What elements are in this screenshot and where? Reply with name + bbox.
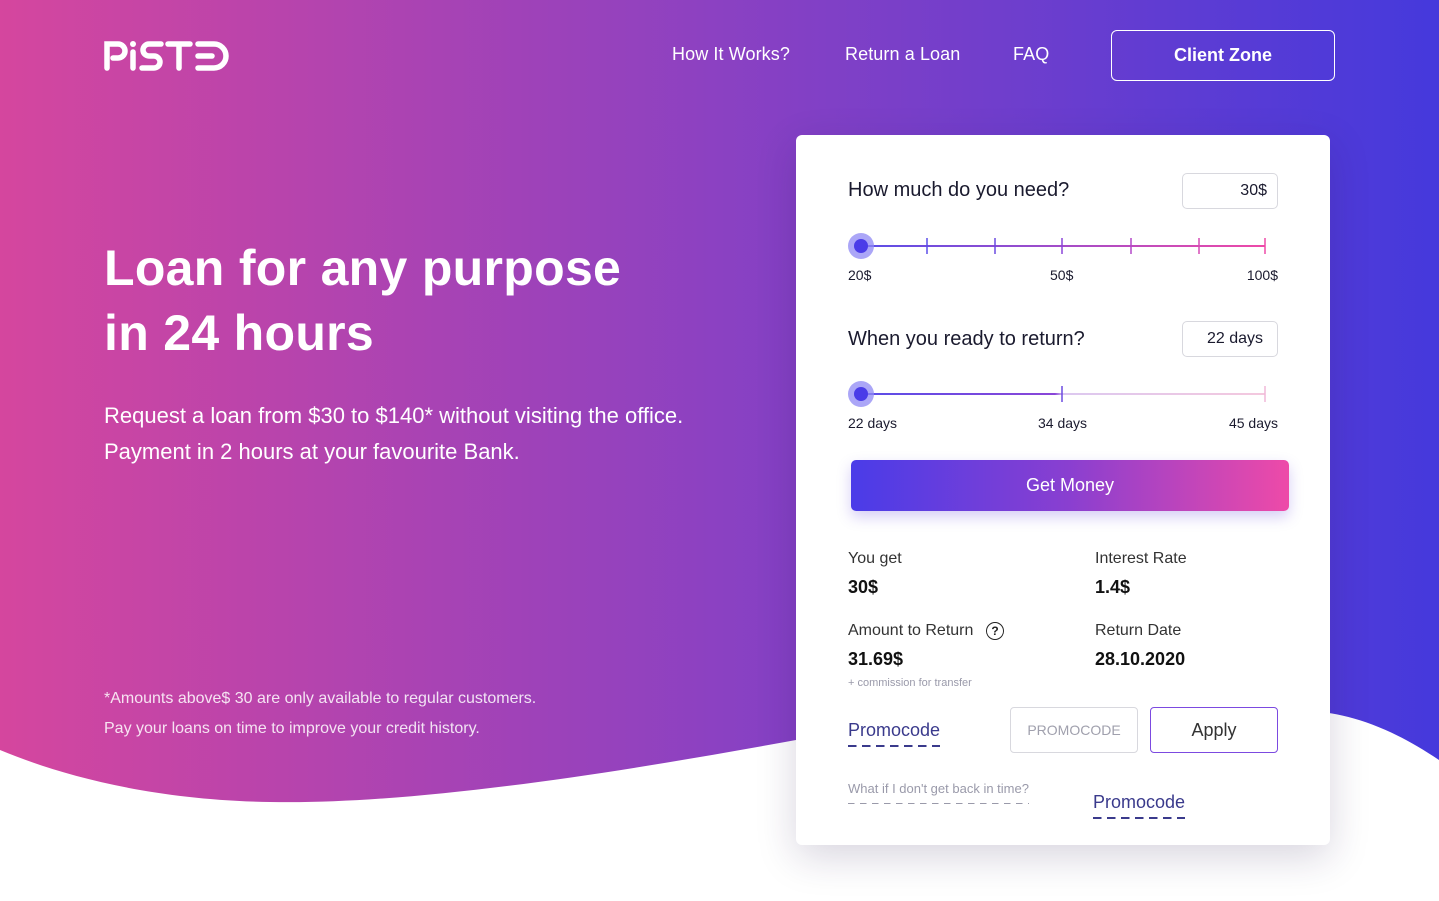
- nav-return-loan[interactable]: Return a Loan: [845, 44, 960, 65]
- get-money-button[interactable]: Get Money: [851, 460, 1289, 511]
- promocode-input[interactable]: PROMOCODE: [1010, 707, 1138, 753]
- term-question: When you ready to return?: [848, 328, 1085, 350]
- nav-faq[interactable]: FAQ: [1013, 44, 1049, 65]
- amount-to-return-value: 31.69$: [848, 649, 904, 669]
- headline-line-1: Loan for any purpose: [104, 240, 622, 296]
- hero-subtitle: Request a loan from $30 to $140* without…: [104, 398, 683, 470]
- what-if-late-link[interactable]: What if I don't get back in time?: [848, 781, 1029, 804]
- headline-line-2: in 24 hours: [104, 305, 375, 361]
- interest-rate-label: Interest Rate: [1095, 550, 1187, 567]
- pisto-logo[interactable]: [104, 38, 234, 72]
- amount-tick-mid: 50$: [1050, 267, 1074, 283]
- subtitle-line-1: Request a loan from $30 to $140* without…: [104, 403, 684, 428]
- interest-rate-value: 1.4$: [1095, 577, 1131, 597]
- amount-slider[interactable]: [848, 233, 1278, 259]
- return-date-value: 28.10.2020: [1095, 649, 1186, 669]
- term-tick-mid: 34 days: [1038, 415, 1088, 431]
- apply-button[interactable]: Apply: [1150, 707, 1278, 753]
- help-icon[interactable]: ?: [986, 622, 1004, 640]
- hero-footnote: *Amounts above$ 30 are only available to…: [104, 684, 536, 744]
- term-tick-min: 22 days: [848, 415, 898, 431]
- you-get-label: You get: [848, 550, 902, 567]
- hero-headline: Loan for any purpose in 24 hours: [104, 236, 621, 366]
- term-value-field[interactable]: 22 days: [1182, 321, 1278, 357]
- subtitle-line-2: Payment in 2 hours at your favourite Ban…: [104, 439, 520, 464]
- amount-tick-min: 20$: [848, 267, 872, 283]
- term-tick-max: 45 days: [1228, 415, 1278, 431]
- return-date-label: Return Date: [1095, 622, 1182, 639]
- term-slider[interactable]: [848, 381, 1278, 407]
- promocode-link-secondary[interactable]: Promocode: [1093, 792, 1186, 819]
- promocode-link[interactable]: Promocode: [848, 720, 941, 747]
- commission-note: + commission for transfer: [848, 677, 972, 689]
- you-get-value: 30$: [848, 577, 879, 597]
- amount-value-field[interactable]: 30$: [1182, 173, 1278, 209]
- footnote-line-1: *Amounts above$ 30 are only available to…: [104, 690, 537, 707]
- footnote-line-2: Pay your loans on time to improve your c…: [104, 720, 480, 737]
- client-zone-button[interactable]: Client Zone: [1111, 30, 1335, 81]
- amount-question: How much do you need?: [848, 179, 1070, 201]
- nav-how-it-works[interactable]: How It Works?: [672, 44, 790, 65]
- loan-calculator-card: How much do you need? 30$ 20$ 50$ 100$ W…: [796, 135, 1330, 845]
- amount-tick-max: 100$: [1246, 267, 1278, 283]
- amount-to-return-label: Amount to Return: [848, 622, 974, 639]
